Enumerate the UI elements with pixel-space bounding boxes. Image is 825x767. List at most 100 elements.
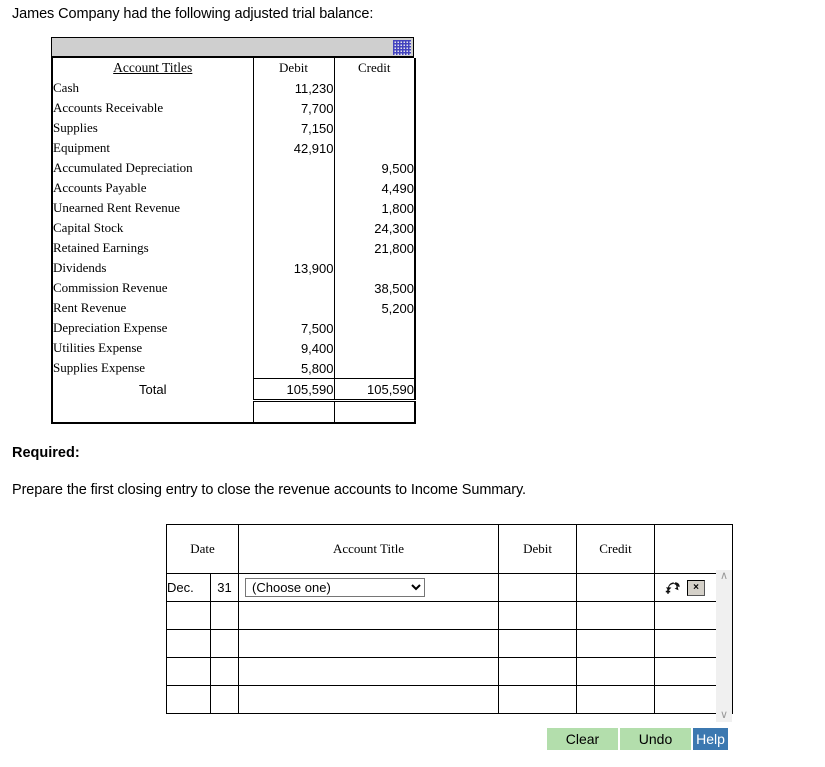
trial-balance-body: Cash 11,230 Accounts Receivable 7,700 Suppli… [51, 78, 416, 424]
journal-month-cell[interactable] [166, 685, 211, 714]
trial-balance-credit-cell [334, 138, 416, 158]
journal-debit-cell[interactable] [498, 657, 578, 686]
trial-balance-credit-cell: 21,800 [334, 238, 416, 258]
trial-balance-account-cell: Depreciation Expense [51, 318, 254, 338]
journal-day-cell[interactable] [209, 685, 240, 714]
trial-balance-credit-cell [334, 318, 416, 338]
trial-balance-filler-row [51, 400, 416, 424]
trial-balance-debit-cell [253, 218, 335, 238]
trial-balance-row: Accounts Receivable 7,700 [51, 98, 416, 118]
trial-balance-row: Unearned Rent Revenue 1,800 [51, 198, 416, 218]
journal-account-cell[interactable]: (Choose one) [238, 573, 500, 602]
trial-balance-debit-cell [253, 178, 335, 198]
trial-balance-debit-cell: 5,800 [253, 358, 335, 379]
trial-balance-debit-cell: 9,400 [253, 338, 335, 358]
trial-balance-filler-cell [253, 400, 335, 424]
journal-header-row: Date Account Title Debit Credit [165, 524, 734, 574]
journal-account-cell[interactable] [238, 629, 500, 658]
journal-credit-cell[interactable] [576, 601, 656, 630]
column-header-debit: Debit [253, 58, 335, 78]
journal-entry-form: Date Account Title Debit Credit Dec. 31 (C… [165, 524, 734, 714]
trial-balance-credit-cell: 4,490 [334, 178, 416, 198]
journal-month-cell[interactable] [166, 601, 211, 630]
journal-debit-cell[interactable] [498, 601, 578, 630]
trial-balance-row: Supplies 7,150 [51, 118, 416, 138]
trial-balance-debit-cell: 13,900 [253, 258, 335, 278]
journal-column-header-actions [654, 524, 734, 574]
trial-balance-credit-cell: 38,500 [334, 278, 416, 298]
journal-month-cell[interactable] [166, 657, 211, 686]
trial-balance-debit-cell [253, 298, 335, 318]
journal-row [166, 685, 734, 714]
trial-balance-debit-cell: 11,230 [253, 78, 335, 98]
journal-entry-table: Date Account Title Debit Credit Dec. 31 (C… [165, 524, 734, 714]
trial-balance-account-cell: Accounts Payable [51, 178, 254, 198]
trial-balance-credit-cell: 1,800 [334, 198, 416, 218]
journal-scrollbar[interactable]: ∧ ∨ [716, 570, 732, 722]
column-header-credit: Credit [334, 58, 416, 78]
journal-row [166, 601, 734, 630]
journal-credit-cell[interactable] [576, 573, 656, 602]
trial-balance-credit-cell: 9,500 [334, 158, 416, 178]
journal-column-header-debit: Debit [498, 524, 578, 574]
journal-column-header-credit: Credit [576, 524, 656, 574]
trial-balance-row: Accounts Payable 4,490 [51, 178, 416, 198]
trial-balance-debit-cell [253, 278, 335, 298]
scroll-up-icon[interactable]: ∧ [716, 570, 732, 583]
delete-row-button[interactable]: × [687, 579, 706, 596]
form-button-bar: Clear Undo Help [547, 728, 728, 750]
intro-text: James Company had the following adjusted… [12, 6, 374, 22]
trial-balance-account-cell: Utilities Expense [51, 338, 254, 358]
trial-balance-titlebar [51, 37, 414, 58]
journal-credit-cell[interactable] [576, 629, 656, 658]
trial-balance-credit-cell [334, 118, 416, 138]
trial-balance-account-cell: Equipment [51, 138, 254, 158]
journal-debit-cell[interactable] [498, 629, 578, 658]
add-row-arrow-icon[interactable] [665, 580, 681, 595]
journal-month-cell[interactable] [166, 629, 211, 658]
journal-account-cell[interactable] [238, 601, 500, 630]
trial-balance-row: Commission Revenue 38,500 [51, 278, 416, 298]
scroll-down-icon[interactable]: ∨ [716, 709, 732, 722]
clear-button[interactable]: Clear [547, 728, 618, 750]
journal-day-cell[interactable]: 31 [209, 573, 240, 602]
trial-balance-row: Cash 11,230 [51, 78, 416, 98]
trial-balance-total-row: Total 105,590 105,590 [51, 378, 416, 402]
journal-day-cell[interactable] [209, 657, 240, 686]
resize-grip-icon[interactable] [393, 40, 411, 55]
journal-credit-cell[interactable] [576, 685, 656, 714]
journal-row [166, 629, 734, 658]
trial-balance-debit-cell: 7,150 [253, 118, 335, 138]
required-label: Required: [12, 445, 80, 461]
undo-button[interactable]: Undo [620, 728, 691, 750]
journal-day-cell[interactable] [209, 601, 240, 630]
journal-account-cell[interactable] [238, 685, 500, 714]
trial-balance-filler-cell [51, 400, 254, 424]
trial-balance-credit-cell [334, 98, 416, 118]
trial-balance-account-cell: Supplies Expense [51, 358, 254, 379]
journal-row: Dec. 31 (Choose one) × [166, 573, 734, 602]
help-button[interactable]: Help [693, 728, 728, 750]
trial-balance-credit-cell [334, 78, 416, 98]
trial-balance-row: Capital Stock 24,300 [51, 218, 416, 238]
journal-month-cell[interactable]: Dec. [166, 573, 211, 602]
trial-balance-account-cell: Commission Revenue [51, 278, 254, 298]
column-header-account-titles: Account Titles [51, 58, 254, 78]
trial-balance-table: Account Titles Debit Credit Cash 11,230 Ac… [51, 58, 416, 424]
trial-balance-header-row: Account Titles Debit Credit [51, 58, 416, 78]
trial-balance-credit-cell [334, 358, 416, 379]
journal-day-cell[interactable] [209, 629, 240, 658]
trial-balance-debit-cell: 42,910 [253, 138, 335, 158]
trial-balance-account-cell: Rent Revenue [51, 298, 254, 318]
trial-balance-block: Account Titles Debit Credit Cash 11,230 Ac… [51, 37, 416, 424]
journal-debit-cell[interactable] [498, 573, 578, 602]
trial-balance-debit-cell: 7,700 [253, 98, 335, 118]
account-title-select[interactable]: (Choose one) [245, 578, 426, 597]
trial-balance-row: Dividends 13,900 [51, 258, 416, 278]
trial-balance-account-cell: Accounts Receivable [51, 98, 254, 118]
journal-credit-cell[interactable] [576, 657, 656, 686]
journal-debit-cell[interactable] [498, 685, 578, 714]
journal-account-cell[interactable] [238, 657, 500, 686]
trial-balance-account-cell: Accumulated Depreciation [51, 158, 254, 178]
trial-balance-credit-cell: 5,200 [334, 298, 416, 318]
